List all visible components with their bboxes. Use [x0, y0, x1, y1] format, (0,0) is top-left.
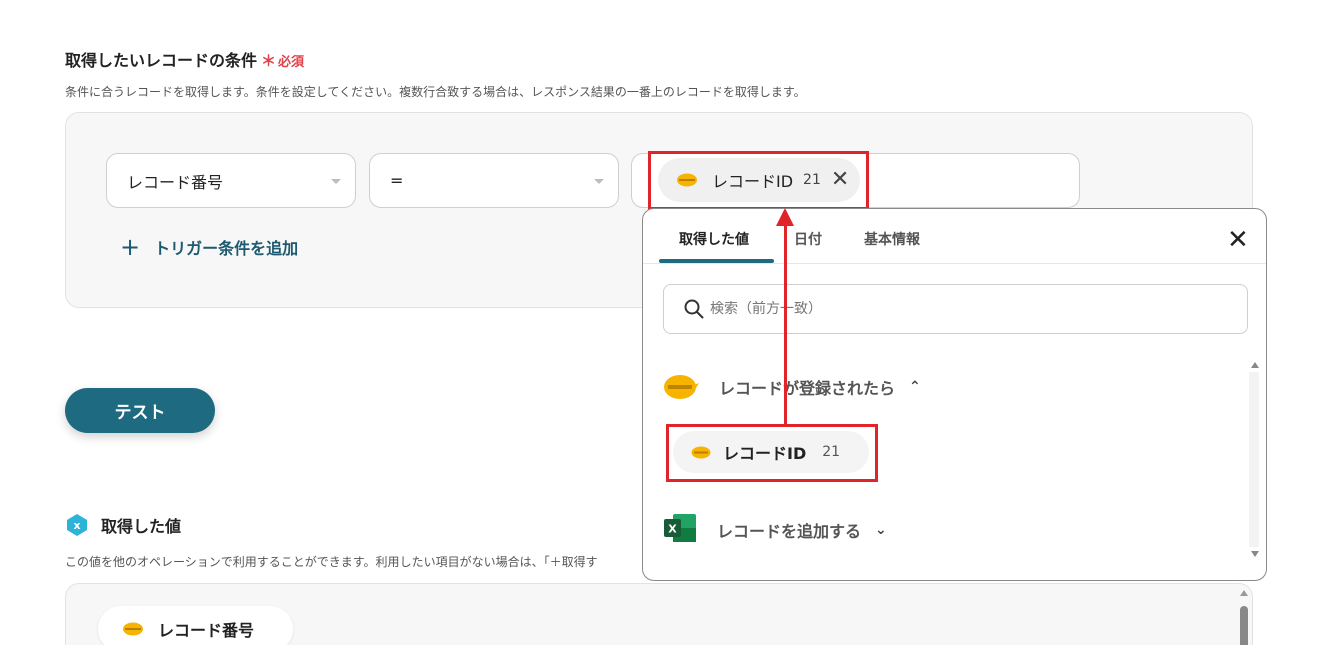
record-id-item-label: レコードID [723, 444, 807, 463]
group-add-record-label: レコードを追加する [717, 522, 862, 541]
search-icon [684, 299, 704, 319]
value-chip-count: 21 [803, 172, 821, 188]
required-label: 必須 [278, 55, 305, 70]
group-add-record[interactable]: X レコードを追加する ⌄ [663, 513, 887, 547]
search-box[interactable] [663, 284, 1248, 334]
remove-chip-icon[interactable]: ✕ [831, 169, 849, 191]
scrollbar-thumb[interactable] [1240, 606, 1248, 645]
field-select-value: レコード番号 [127, 172, 224, 192]
variable-icon: x [67, 514, 87, 536]
popup-tabs: 取得した値 日付 基本情報 [643, 209, 1266, 264]
obtained-description: この値を他のオペレーションで利用することができます。利用したい項目がない場合は、… [65, 555, 598, 569]
operator-select-value: = [390, 171, 404, 190]
obtained-values-title: x 取得した値 [65, 513, 181, 537]
required-asterisk: ＊ [261, 52, 277, 70]
value-picker-popup: 取得した値 日付 基本情報 ✕ レコードが登録されたら ⌃ レコードID 21 [642, 208, 1267, 581]
annotation-arrow-line [784, 225, 787, 425]
operator-select[interactable]: = [369, 153, 619, 208]
field-select[interactable]: レコード番号 [106, 153, 356, 208]
add-trigger-label: トリガー条件を追加 [154, 239, 299, 258]
chevron-down-icon: ⌄ [875, 522, 887, 538]
group-record-registered[interactable]: レコードが登録されたら ⌃ [663, 374, 921, 400]
plus-icon: + [120, 233, 141, 261]
record-id-item-count: 21 [822, 444, 841, 460]
popup-scrollbar[interactable] [1249, 372, 1259, 547]
add-trigger-condition-button[interactable]: + トリガー条件を追加 [120, 233, 298, 261]
value-chip[interactable]: レコードID 21 ✕ [658, 158, 860, 202]
active-tab-indicator [659, 259, 774, 263]
condition-title-text: 取得したいレコードの条件 [65, 51, 258, 70]
caret-down-icon [331, 179, 341, 184]
tab-basic-info[interactable]: 基本情報 [864, 229, 920, 249]
scroll-up-icon[interactable] [1251, 362, 1259, 368]
scroll-down-icon[interactable] [1251, 551, 1259, 557]
close-icon[interactable]: ✕ [1227, 227, 1249, 253]
caret-down-icon [594, 179, 604, 184]
test-button[interactable]: テスト [65, 388, 215, 433]
kintone-logo-icon [676, 173, 698, 187]
svg-text:X: X [668, 523, 677, 536]
tab-obtained-values[interactable]: 取得した値 [679, 229, 749, 249]
condition-description: 条件に合うレコードを取得します。条件を設定してください。複数行合致する場合は、レ… [65, 85, 806, 99]
record-id-item[interactable]: レコードID 21 [673, 431, 869, 473]
scroll-up-icon[interactable] [1240, 590, 1248, 596]
excel-icon: X [663, 513, 697, 547]
condition-section-title: 取得したいレコードの条件＊必須 [65, 47, 304, 71]
kintone-logo-icon [122, 622, 144, 636]
kintone-logo-icon [663, 374, 699, 400]
svg-text:x: x [73, 519, 80, 532]
kintone-logo-icon [691, 446, 711, 459]
group-record-registered-label: レコードが登録されたら [719, 379, 896, 398]
obtained-title-text: 取得した値 [101, 517, 182, 536]
obtained-value-chip[interactable]: レコード番号 [98, 606, 293, 645]
obtained-chip-label: レコード番号 [158, 621, 255, 640]
annotation-arrow-head [776, 208, 794, 226]
tab-date[interactable]: 日付 [794, 229, 822, 249]
chevron-up-icon: ⌃ [909, 379, 921, 395]
value-chip-label: レコードID [712, 172, 794, 191]
